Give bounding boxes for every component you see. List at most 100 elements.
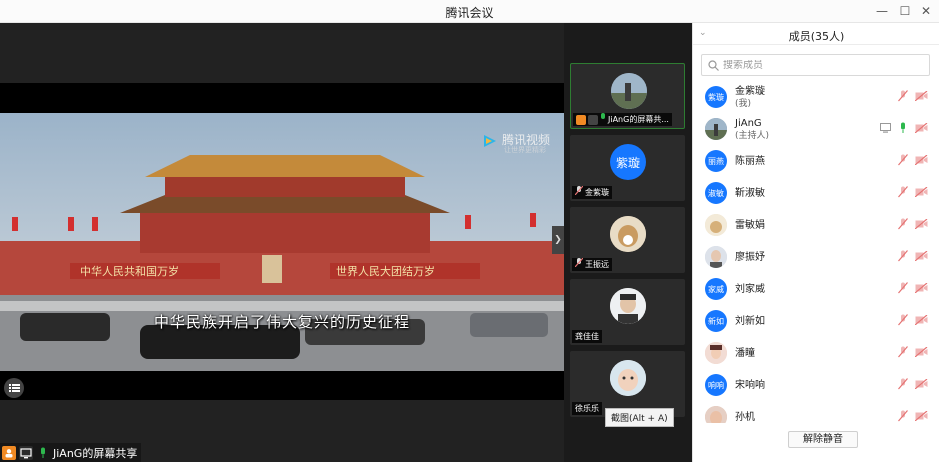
- camera-off-icon[interactable]: [914, 90, 928, 104]
- mic-on-icon: [36, 446, 50, 460]
- member-role: (我): [735, 98, 752, 109]
- member-row[interactable]: 潘瞳: [693, 337, 939, 369]
- members-panel: ⌄ 成员(35人) 紫璇 金紫璇 (我) JiAnG (主持人): [692, 23, 939, 462]
- mic-on-icon[interactable]: [898, 122, 908, 137]
- avatar: 紫璇: [610, 144, 646, 180]
- mic-muted-icon: [574, 257, 584, 271]
- thumbnail-name: JiAnG的屏幕共...: [608, 115, 669, 124]
- members-title: 成员(35人): [788, 30, 845, 43]
- maximize-button[interactable]: ☐: [896, 3, 914, 19]
- tencent-video-logo-icon: [484, 135, 496, 147]
- mic-on-icon: [600, 113, 606, 126]
- thumbnail-name-bar: JiAnG的屏幕共...: [573, 113, 672, 126]
- video-frame: 中华人民共和国万岁 世界人民大团结万岁 腾讯视频 让世界更精彩 中华民族开启了伟…: [0, 113, 564, 371]
- window-title: 腾讯会议: [445, 6, 494, 20]
- avatar: [705, 342, 727, 364]
- banner-right-text: 世界人民大团结万岁: [336, 264, 435, 278]
- screen-share-icon: [19, 445, 33, 460]
- thumbnail-gong-jiajia[interactable]: 龚佳佳: [570, 279, 685, 345]
- camera-off-icon[interactable]: [914, 154, 928, 168]
- video-watermark: 腾讯视频 让世界更精彩: [482, 131, 556, 155]
- list-icon: [9, 384, 20, 392]
- collapse-strip-button[interactable]: ❯: [552, 226, 564, 254]
- member-row[interactable]: JiAnG (主持人): [693, 113, 939, 145]
- screenshot-tooltip: 截图(Alt + A): [605, 408, 674, 427]
- avatar: [705, 118, 727, 140]
- thumbnail-name: 金紫璇: [585, 188, 609, 197]
- member-row[interactable]: 廖振妤: [693, 241, 939, 273]
- mic-muted-icon[interactable]: [898, 186, 908, 201]
- member-name: 陈丽燕: [735, 155, 765, 167]
- member-search-input[interactable]: [723, 59, 923, 71]
- camera-off-icon[interactable]: [914, 186, 928, 200]
- member-row[interactable]: 新如 刘新如: [693, 305, 939, 337]
- camera-off-icon[interactable]: [914, 314, 928, 328]
- camera-off-icon[interactable]: [914, 250, 928, 264]
- close-button[interactable]: ✕: [917, 3, 935, 19]
- member-list: 紫璇 金紫璇 (我) JiAnG (主持人) 丽燕 陈丽燕 淑敏 靳淑敏 雷敏娟…: [693, 81, 939, 423]
- camera-off-icon[interactable]: [914, 346, 928, 360]
- member-row[interactable]: 紫璇 金紫璇 (我): [693, 81, 939, 113]
- minimize-button[interactable]: —: [873, 3, 891, 19]
- member-name: 宋响响: [735, 379, 765, 391]
- watermark-subtext: 让世界更精彩: [504, 146, 546, 154]
- avatar: [705, 214, 727, 236]
- member-row[interactable]: 家威 刘家威: [693, 273, 939, 305]
- member-row[interactable]: 雷敏娟: [693, 209, 939, 241]
- shared-screen-area[interactable]: 中华人民共和国万岁 世界人民大团结万岁 腾讯视频 让世界更精彩 中华民族开启了伟…: [0, 23, 564, 462]
- camera-off-icon[interactable]: [914, 282, 928, 296]
- member-name: 金紫璇: [735, 85, 765, 97]
- camera-off-icon[interactable]: [914, 410, 928, 423]
- avatar: 淑敏: [705, 182, 727, 204]
- screen-share-label-bar: JiAnG的屏幕共享: [0, 443, 142, 462]
- avatar: [610, 216, 646, 252]
- unmute-all-button[interactable]: 解除静音: [788, 431, 858, 448]
- mic-muted-icon[interactable]: [898, 378, 908, 393]
- member-role: (主持人): [735, 130, 770, 141]
- camera-off-icon[interactable]: [914, 218, 928, 232]
- mic-muted-icon: [574, 185, 584, 199]
- member-search-box[interactable]: [701, 54, 930, 76]
- camera-off-icon[interactable]: [914, 122, 928, 136]
- avatar: 家威: [705, 278, 727, 300]
- thumbnail-jin-zixuan[interactable]: 紫璇 金紫璇: [570, 135, 685, 201]
- avatar: [705, 406, 727, 423]
- member-row[interactable]: 淑敏 靳淑敏: [693, 177, 939, 209]
- member-name: 刘家威: [735, 283, 765, 295]
- thumbnail-wang-zhenyuan[interactable]: 王振远: [570, 207, 685, 273]
- thumbnail-name: 龚佳佳: [575, 332, 599, 341]
- member-name: 潘瞳: [735, 347, 755, 359]
- mic-muted-icon[interactable]: [898, 90, 908, 105]
- mic-muted-icon[interactable]: [898, 410, 908, 423]
- share-label: JiAnG的屏幕共享: [53, 446, 138, 460]
- mic-muted-icon[interactable]: [898, 314, 908, 329]
- avatar: [611, 73, 647, 109]
- mic-muted-icon[interactable]: [898, 346, 908, 361]
- host-icon: [576, 114, 586, 125]
- banner-left-text: 中华人民共和国万岁: [80, 264, 179, 278]
- search-icon: [708, 59, 719, 71]
- member-list-toggle-button[interactable]: [4, 378, 24, 398]
- member-name: 雷敏娟: [735, 219, 765, 231]
- members-panel-header: ⌄ 成员(35人): [693, 23, 939, 45]
- screen-share-icon: [880, 123, 891, 136]
- mic-muted-icon[interactable]: [898, 154, 908, 169]
- thumbnail-name: 王振远: [585, 260, 609, 269]
- member-row[interactable]: 孙机: [693, 401, 939, 423]
- member-row[interactable]: 丽燕 陈丽燕: [693, 145, 939, 177]
- camera-off-icon[interactable]: [914, 378, 928, 392]
- mic-muted-icon[interactable]: [898, 250, 908, 265]
- member-row[interactable]: 响响 宋响响: [693, 369, 939, 401]
- thumbnail-name-bar: 徐乐乐: [572, 402, 602, 415]
- mic-muted-icon[interactable]: [898, 282, 908, 297]
- member-name: 刘新如: [735, 315, 765, 327]
- chevron-right-icon: ❯: [554, 235, 562, 245]
- mic-muted-icon[interactable]: [898, 218, 908, 233]
- avatar: 响响: [705, 374, 727, 396]
- thumbnail-jiang[interactable]: JiAnG的屏幕共...: [570, 63, 685, 129]
- avatar: [610, 360, 646, 396]
- host-icon: [2, 445, 16, 460]
- thumbnail-name-bar: 王振远: [572, 257, 612, 271]
- avatar: 新如: [705, 310, 727, 332]
- avatar: [705, 246, 727, 268]
